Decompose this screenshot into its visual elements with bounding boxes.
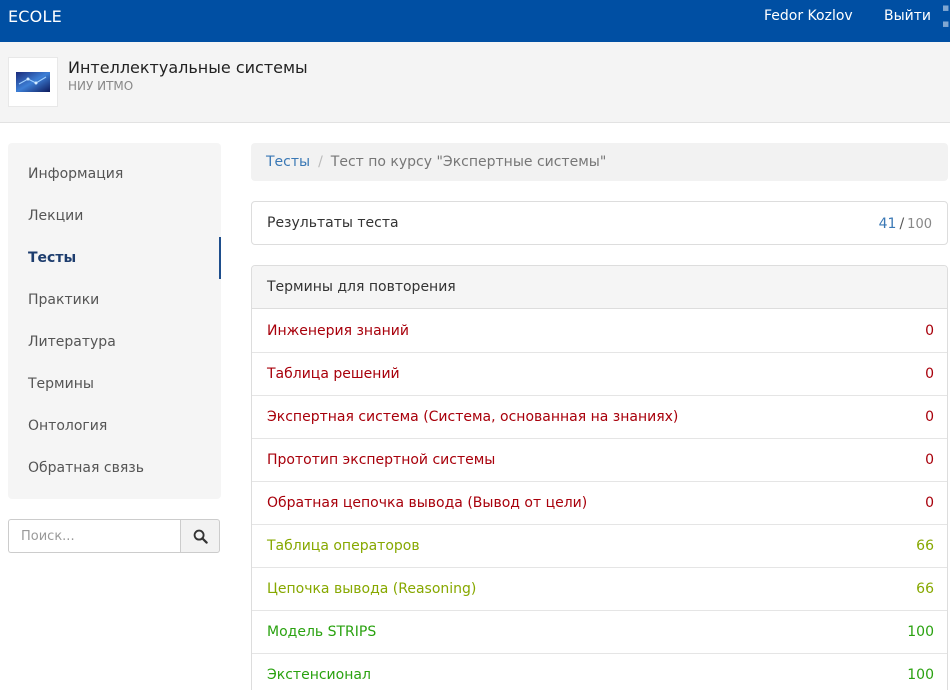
search-icon [193,529,208,544]
term-name: Модель STRIPS [267,624,377,640]
search-button[interactable] [180,519,220,553]
top-navbar: ECOLE Fedor Kozlov Выйти ▪ ▪ [0,0,950,42]
sidebar-item-literature[interactable]: Литература [8,321,221,363]
course-header: Интеллектуальные системы НИУ ИТМО [0,42,950,123]
term-score: 100 [907,624,934,640]
term-score: 0 [925,495,934,511]
course-logo-image [8,57,58,107]
sidebar-item-feedback[interactable]: Обратная связь [8,447,221,489]
sidebar-item-ontology[interactable]: Онтология [8,405,221,447]
score-max: 100 [907,217,932,232]
navbar-clipped-edge: ▪ ▪ [942,1,950,30]
score-separator: / [899,216,905,232]
term-row: Экспертная система (Система, основанная … [252,396,947,439]
test-result-panel: Результаты теста 41/100 [251,201,948,245]
score-value: 41 [878,216,897,232]
test-result-label: Результаты теста [267,215,399,231]
term-row: Обратная цепочка вывода (Вывод от цели) … [252,482,947,525]
term-name: Прототип экспертной системы [267,452,496,468]
search-input[interactable] [8,519,181,553]
breadcrumb-link-tests[interactable]: Тесты [266,154,310,170]
term-score: 0 [925,452,934,468]
term-row: Таблица решений 0 [252,353,947,396]
term-name: Таблица операторов [267,538,420,554]
term-score: 0 [925,409,934,425]
term-row: Цепочка вывода (Reasoning) 66 [252,568,947,611]
sidebar-item-tests[interactable]: Тесты [8,237,221,279]
term-score: 0 [925,323,934,339]
course-title: Интеллектуальные системы [68,58,308,77]
sidebar-item-lectures[interactable]: Лекции [8,195,221,237]
term-score: 66 [916,538,934,554]
term-name: Таблица решений [267,366,400,382]
sidebar-item-terms[interactable]: Термины [8,363,221,405]
term-name: Обратная цепочка вывода (Вывод от цели) [267,495,588,511]
terms-panel-title: Термины для повторения [252,266,947,309]
sidebar-item-practices[interactable]: Практики [8,279,221,321]
terms-review-panel: Термины для повторения Инженерия знаний … [251,265,948,690]
breadcrumb-current: Тест по курсу "Экспертные системы" [330,154,607,170]
term-name: Экспертная система (Система, основанная … [267,409,679,425]
test-result-score: 41/100 [879,216,932,232]
brand-logo[interactable]: ECOLE [8,7,62,26]
course-organization: НИУ ИТМО [68,79,134,93]
term-row: Инженерия знаний 0 [252,310,947,353]
term-score: 0 [925,366,934,382]
term-name: Инженерия знаний [267,323,410,339]
term-score: 100 [907,667,934,683]
term-score: 66 [916,581,934,597]
term-name: Экстенсионал [267,667,371,683]
course-sidebar: Информация Лекции Тесты Практики Литерат… [8,143,221,499]
term-name: Цепочка вывода (Reasoning) [267,581,477,597]
term-row: Экстенсионал 100 [252,654,947,690]
breadcrumb-separator: / [318,154,323,170]
user-name-link[interactable]: Fedor Kozlov [764,8,853,24]
logout-link[interactable]: Выйти [884,8,931,24]
term-row: Прототип экспертной системы 0 [252,439,947,482]
search-form [8,519,220,553]
term-row: Таблица операторов 66 [252,525,947,568]
term-row: Модель STRIPS 100 [252,611,947,654]
sidebar-item-info[interactable]: Информация [8,153,221,195]
breadcrumb: Тесты / Тест по курсу "Экспертные системы" [251,143,948,181]
